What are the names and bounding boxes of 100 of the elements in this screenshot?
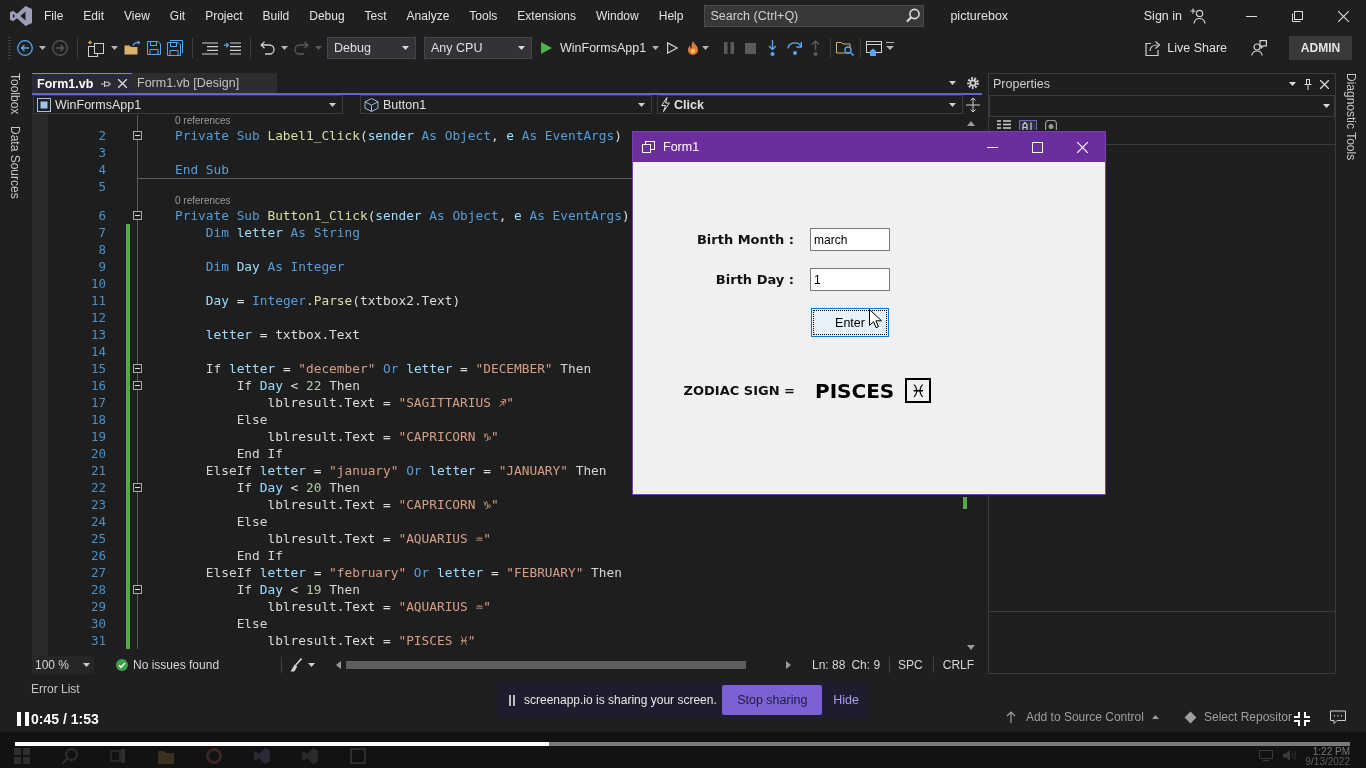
caret-up-icon[interactable]	[1151, 715, 1159, 719]
flame-icon[interactable]	[688, 41, 699, 55]
property-pages-icon[interactable]	[1045, 120, 1057, 130]
split-icon[interactable]	[966, 97, 980, 112]
overflow-icon[interactable]	[886, 42, 895, 50]
menu-item[interactable]: Tools	[459, 6, 508, 26]
references-link[interactable]: 0 references	[175, 115, 231, 127]
step-over-icon[interactable]	[787, 41, 804, 55]
issues-status[interactable]: No issues found	[133, 658, 220, 672]
column-position[interactable]: Ch: 9	[851, 658, 881, 672]
caret-down-icon[interactable]	[652, 46, 660, 50]
platform-dropdown[interactable]: Any CPU	[424, 37, 532, 59]
configuration-dropdown[interactable]: Debug	[327, 37, 416, 59]
search-field[interactable]: Search (Ctrl+Q)	[704, 5, 903, 27]
menu-item[interactable]: Build	[252, 6, 300, 26]
panel-tab[interactable]: Error List	[31, 682, 80, 696]
brush-icon[interactable]	[290, 658, 302, 672]
editor-tab[interactable]: Form1.vb	[32, 73, 132, 93]
menu-item[interactable]: Project	[195, 6, 253, 26]
source-control-button[interactable]: Add to Source Control	[1025, 710, 1144, 724]
pin-icon[interactable]	[101, 79, 112, 88]
collapse-icon[interactable]	[133, 381, 142, 390]
clock-time[interactable]: 1:22 PM	[1312, 747, 1350, 757]
project-dropdown[interactable]: WinFormsApp1	[33, 95, 343, 114]
save-icon[interactable]	[147, 41, 161, 55]
menu-item[interactable]: Help	[648, 6, 694, 26]
scroll-right-icon[interactable]	[786, 661, 791, 669]
hide-link[interactable]: Hide	[833, 693, 859, 707]
maximize-icon[interactable]	[1032, 141, 1043, 153]
zoom-dropdown[interactable]: 100 %	[32, 656, 94, 674]
sign-in-link[interactable]: Sign in	[1143, 9, 1182, 23]
caret-down-icon[interactable]	[402, 46, 409, 50]
collapse-icon[interactable]	[133, 585, 142, 594]
caret-down-icon[interactable]	[329, 102, 336, 107]
text-input[interactable]: 1	[810, 268, 890, 291]
live-share-button[interactable]: Live Share	[1145, 40, 1227, 56]
object-dropdown[interactable]: Button1	[360, 95, 652, 114]
uncomment-lines-icon[interactable]	[224, 41, 241, 55]
scroll-down-icon[interactable]	[967, 645, 975, 650]
account-badge[interactable]: ADMIN	[1289, 36, 1352, 60]
undo-icon[interactable]	[260, 41, 275, 55]
event-dropdown[interactable]: Click	[657, 95, 963, 114]
caret-down-icon[interactable]	[949, 81, 956, 85]
video-progress-track[interactable]	[15, 742, 1350, 746]
back-icon[interactable]	[17, 40, 33, 56]
close-icon[interactable]	[118, 79, 128, 88]
restore-icon[interactable]	[1291, 10, 1303, 22]
side-tab[interactable]: Toolbox	[8, 73, 22, 115]
start-button[interactable]: WinFormsApp1	[541, 41, 647, 55]
play-outline-icon[interactable]	[667, 42, 679, 54]
menu-item[interactable]: Analyze	[396, 6, 460, 26]
caret-down-icon[interactable]	[518, 46, 525, 50]
menu-item[interactable]: Git	[159, 6, 196, 26]
menu-item[interactable]: Window	[586, 6, 649, 26]
collapse-icon[interactable]	[133, 131, 142, 140]
caret-down-icon[interactable]	[281, 46, 288, 50]
caret-down-icon[interactable]	[702, 46, 710, 50]
open-folder-icon[interactable]	[124, 41, 141, 55]
minimize-icon[interactable]	[1245, 15, 1257, 17]
arrow-up-icon[interactable]	[1005, 711, 1016, 723]
repository-button[interactable]: Select Repositor	[1203, 710, 1292, 724]
gear-icon[interactable]	[967, 77, 979, 89]
caret-down-icon[interactable]	[1323, 104, 1330, 108]
caret-down-icon[interactable]	[949, 102, 956, 107]
comment-lines-icon[interactable]	[202, 41, 218, 55]
pause-icon[interactable]	[17, 712, 29, 726]
caret-down-icon[interactable]	[111, 46, 118, 50]
editor-tab[interactable]: Form1.vb [Design]	[132, 73, 277, 93]
text-input[interactable]: march	[810, 228, 890, 251]
vs-logo-icon[interactable]	[10, 6, 32, 26]
menu-item[interactable]: Debug	[299, 6, 355, 26]
collapse-icon[interactable]	[133, 364, 142, 373]
side-tab[interactable]: Diagnostic Tools	[1344, 73, 1358, 161]
alphabetical-icon[interactable]	[1019, 120, 1037, 130]
new-project-icon[interactable]	[87, 39, 105, 57]
scroll-up-icon[interactable]	[967, 121, 975, 126]
step-into-icon[interactable]	[768, 40, 778, 56]
line-ending-mode[interactable]: CRLF	[932, 657, 975, 673]
side-tab[interactable]: Data Sources	[8, 126, 22, 200]
references-link[interactable]: 0 references	[175, 195, 231, 207]
fullscreen-exit-icon[interactable]	[1294, 712, 1310, 726]
collapse-icon[interactable]	[133, 483, 142, 492]
line-position[interactable]: Ln: 88	[812, 658, 846, 672]
close-icon[interactable]	[1320, 79, 1329, 89]
menu-item[interactable]: Edit	[73, 6, 115, 26]
caret-down-icon[interactable]	[1289, 82, 1296, 86]
scrollbar-thumb[interactable]	[346, 661, 746, 669]
pin-icon[interactable]	[1304, 78, 1312, 90]
enter-button[interactable]: Enter	[811, 308, 889, 337]
notification-icon[interactable]	[1330, 709, 1346, 725]
stop-sharing-button[interactable]: Stop sharing	[722, 685, 823, 715]
caret-down-icon[interactable]	[39, 46, 46, 50]
close-icon[interactable]	[1337, 10, 1349, 22]
save-all-icon[interactable]	[167, 40, 183, 56]
menu-item[interactable]: Test	[354, 6, 397, 26]
find-in-files-icon[interactable]	[836, 40, 855, 56]
menu-item[interactable]: File	[34, 6, 74, 26]
menu-item[interactable]: Extensions	[507, 6, 587, 26]
menu-item[interactable]: View	[114, 6, 160, 26]
collapse-icon[interactable]	[133, 211, 142, 220]
